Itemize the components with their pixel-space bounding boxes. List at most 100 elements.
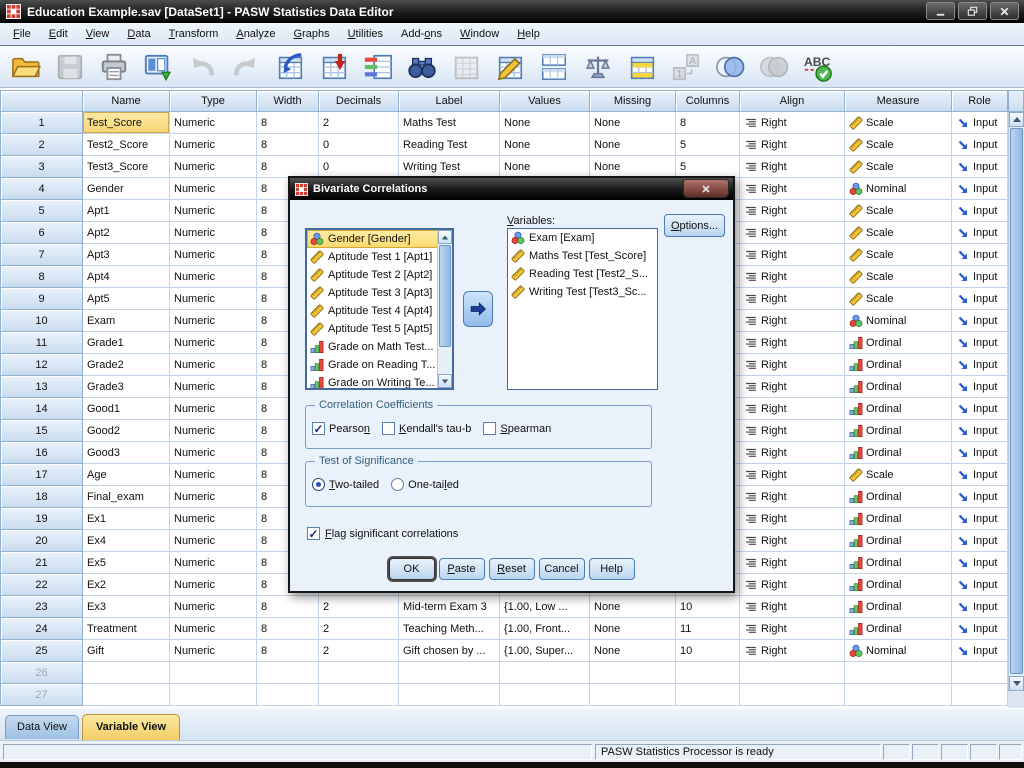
cell-measure[interactable]: Ordinal: [845, 618, 952, 640]
column-header-values[interactable]: Values: [500, 90, 590, 112]
scroll-up-button[interactable]: [1009, 112, 1024, 127]
cell-missing[interactable]: [590, 662, 676, 684]
menu-utilities[interactable]: Utilities: [339, 25, 392, 43]
cell-role[interactable]: Input: [952, 464, 1008, 486]
row-number[interactable]: 8: [0, 266, 83, 288]
source-list-item[interactable]: Aptitude Test 3 [Apt3]: [307, 284, 452, 302]
cell-name[interactable]: Good1: [83, 398, 170, 420]
cell-type[interactable]: Numeric: [170, 112, 257, 134]
radio-twotailed[interactable]: Two-tailed: [312, 478, 379, 491]
cell-align[interactable]: Right: [740, 442, 845, 464]
cell-name[interactable]: [83, 662, 170, 684]
cell-align[interactable]: Right: [740, 530, 845, 552]
cell-role[interactable]: Input: [952, 398, 1008, 420]
cell-measure[interactable]: Scale: [845, 244, 952, 266]
cell-type[interactable]: Numeric: [170, 310, 257, 332]
cell-columns[interactable]: 10: [676, 596, 740, 618]
list-scroll-up-button[interactable]: [438, 230, 452, 244]
cell-align[interactable]: Right: [740, 552, 845, 574]
cell-name[interactable]: Ex4: [83, 530, 170, 552]
goto-case-button[interactable]: [271, 49, 309, 85]
cell-role[interactable]: [952, 662, 1008, 684]
cell-align[interactable]: [740, 684, 845, 706]
cell-type[interactable]: Numeric: [170, 156, 257, 178]
cell-type[interactable]: Numeric: [170, 332, 257, 354]
column-header-role[interactable]: Role: [952, 90, 1008, 112]
cell-type[interactable]: Numeric: [170, 574, 257, 596]
cell-values[interactable]: {1.00, Front...: [500, 618, 590, 640]
cell-width[interactable]: 8: [257, 134, 319, 156]
cell-columns[interactable]: 11: [676, 618, 740, 640]
cell-measure[interactable]: Ordinal: [845, 508, 952, 530]
cell-measure[interactable]: Ordinal: [845, 486, 952, 508]
row-number[interactable]: 4: [0, 178, 83, 200]
source-variable-list[interactable]: Gender [Gender]Aptitude Test 1 [Apt1]Apt…: [305, 228, 454, 390]
cell-name[interactable]: Apt1: [83, 200, 170, 222]
cell-columns[interactable]: 5: [676, 134, 740, 156]
cell-measure[interactable]: Scale: [845, 134, 952, 156]
cell-role[interactable]: Input: [952, 288, 1008, 310]
cell-align[interactable]: Right: [740, 134, 845, 156]
cell-role[interactable]: Input: [952, 266, 1008, 288]
menu-edit[interactable]: Edit: [40, 25, 77, 43]
cell-values[interactable]: [500, 684, 590, 706]
weight-cases-button[interactable]: [579, 49, 617, 85]
cell-type[interactable]: Numeric: [170, 134, 257, 156]
cell-label[interactable]: Reading Test: [399, 134, 500, 156]
cell-missing[interactable]: None: [590, 596, 676, 618]
cell-align[interactable]: Right: [740, 200, 845, 222]
print-button[interactable]: [95, 49, 133, 85]
row-number[interactable]: 5: [0, 200, 83, 222]
cell-role[interactable]: Input: [952, 200, 1008, 222]
source-list-item[interactable]: Grade on Math Test...: [307, 338, 452, 356]
cell-decimals[interactable]: [319, 662, 399, 684]
restore-button[interactable]: [958, 2, 987, 20]
source-list-item[interactable]: Aptitude Test 4 [Apt4]: [307, 302, 452, 320]
cell-type[interactable]: Numeric: [170, 244, 257, 266]
menu-view[interactable]: View: [77, 25, 119, 43]
cell-role[interactable]: Input: [952, 134, 1008, 156]
row-number[interactable]: 26: [0, 662, 83, 684]
row-number[interactable]: 23: [0, 596, 83, 618]
variables-list-item[interactable]: Exam [Exam]: [508, 229, 657, 247]
cell-role[interactable]: [952, 684, 1008, 706]
cell-role[interactable]: Input: [952, 618, 1008, 640]
cell-type[interactable]: Numeric: [170, 596, 257, 618]
cell-name[interactable]: Ex5: [83, 552, 170, 574]
cell-name[interactable]: Gender: [83, 178, 170, 200]
cell-values[interactable]: {1.00, Super...: [500, 640, 590, 662]
cell-name[interactable]: Grade2: [83, 354, 170, 376]
cell-values[interactable]: None: [500, 156, 590, 178]
selected-variables-list[interactable]: Exam [Exam]Maths Test [Test_Score]Readin…: [507, 228, 658, 390]
cell-name[interactable]: Test3_Score: [83, 156, 170, 178]
cell-name[interactable]: Treatment: [83, 618, 170, 640]
cell-align[interactable]: Right: [740, 266, 845, 288]
cell-measure[interactable]: Ordinal: [845, 332, 952, 354]
row-number[interactable]: 21: [0, 552, 83, 574]
cell-width[interactable]: 8: [257, 640, 319, 662]
cell-role[interactable]: Input: [952, 574, 1008, 596]
cell-width[interactable]: 8: [257, 596, 319, 618]
row-number[interactable]: 2: [0, 134, 83, 156]
cell-name[interactable]: [83, 684, 170, 706]
vertical-scrollbar[interactable]: [1008, 112, 1024, 692]
cell-values[interactable]: [500, 662, 590, 684]
menu-addons[interactable]: Add-ons: [392, 25, 451, 43]
cell-role[interactable]: Input: [952, 420, 1008, 442]
column-header-label[interactable]: Label: [399, 90, 500, 112]
cell-decimals[interactable]: 0: [319, 134, 399, 156]
row-number[interactable]: 11: [0, 332, 83, 354]
row-number[interactable]: 25: [0, 640, 83, 662]
cell-align[interactable]: Right: [740, 288, 845, 310]
cell-name[interactable]: Age: [83, 464, 170, 486]
vertical-scroll-thumb[interactable]: [1010, 128, 1023, 674]
cell-decimals[interactable]: 2: [319, 618, 399, 640]
cell-name[interactable]: Apt3: [83, 244, 170, 266]
row-number[interactable]: 27: [0, 684, 83, 706]
cell-decimals[interactable]: 2: [319, 596, 399, 618]
cell-align[interactable]: Right: [740, 222, 845, 244]
cell-label[interactable]: Mid-term Exam 3: [399, 596, 500, 618]
cell-align[interactable]: Right: [740, 244, 845, 266]
row-number[interactable]: 15: [0, 420, 83, 442]
cell-label[interactable]: Writing Test: [399, 156, 500, 178]
